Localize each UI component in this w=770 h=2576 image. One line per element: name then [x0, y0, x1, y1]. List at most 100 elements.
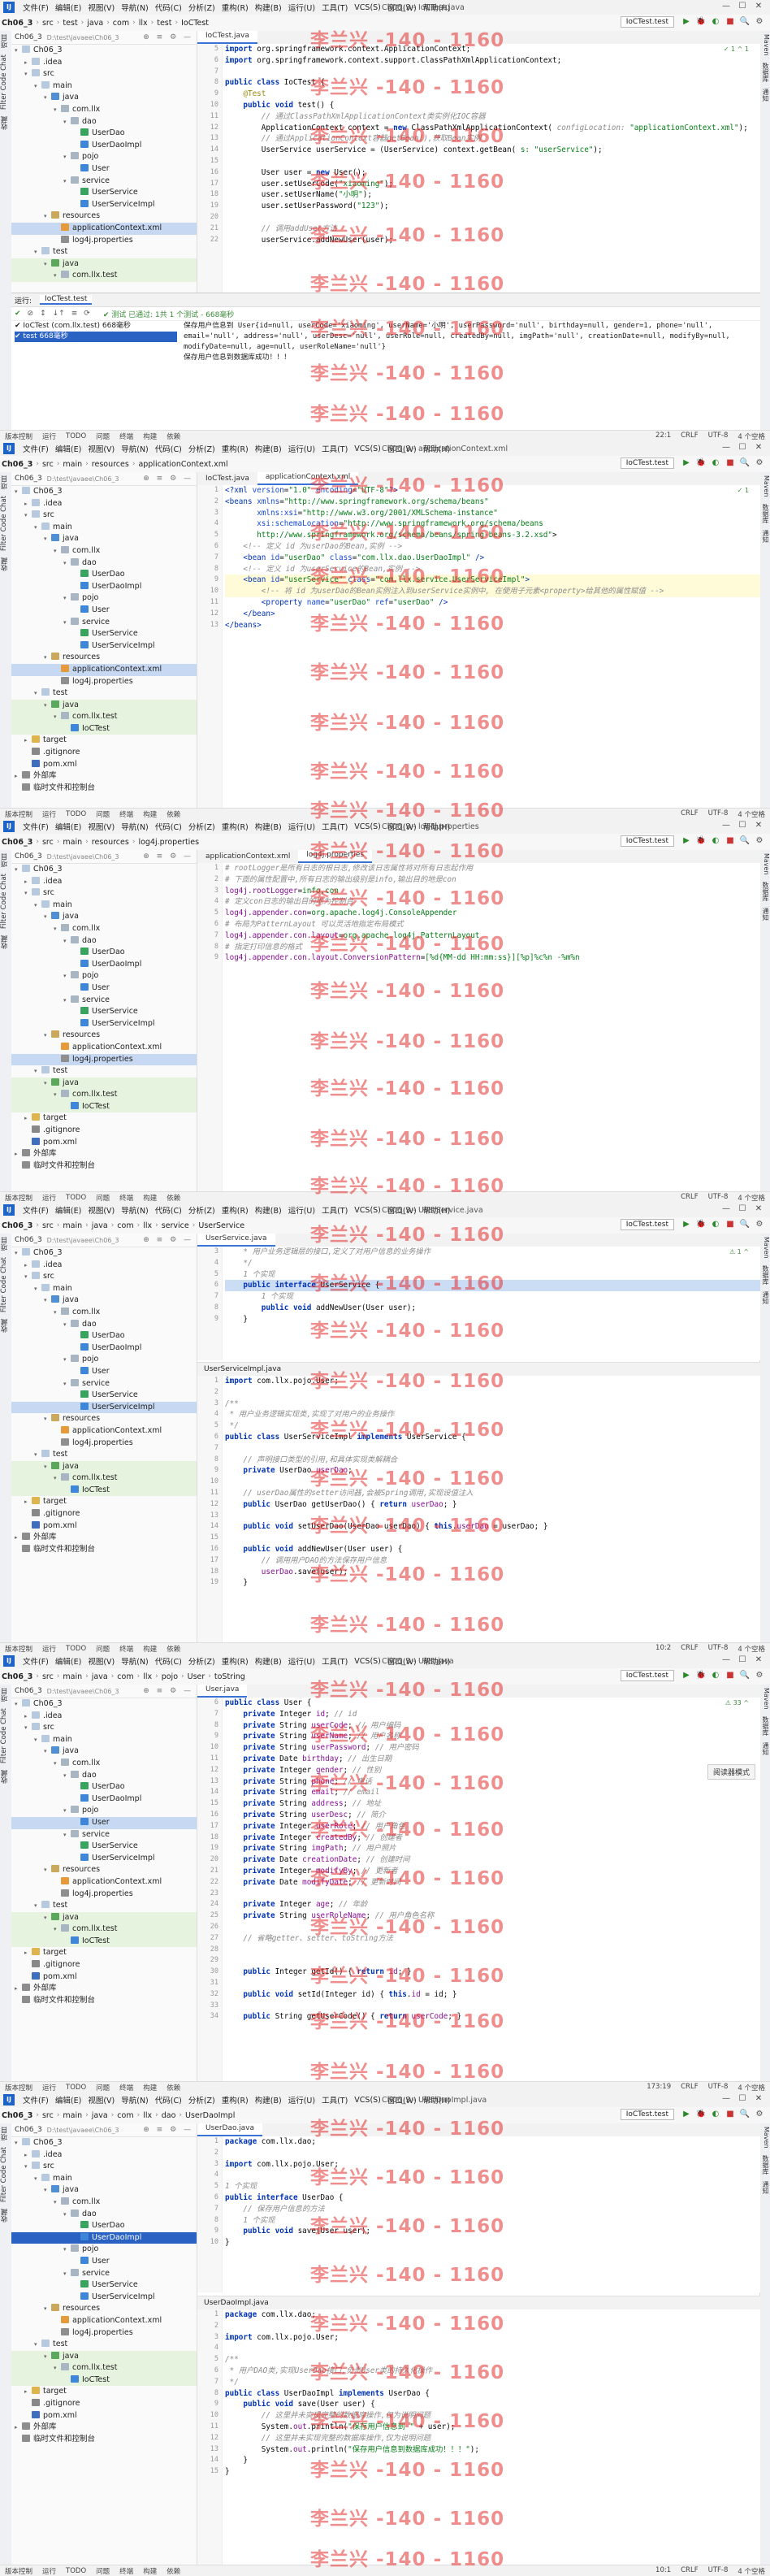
- project-tree-item[interactable]: 临时文件和控制台: [11, 1160, 197, 1173]
- breadcrumb-0[interactable]: Ch06_3: [0, 838, 34, 847]
- project-tree-item[interactable]: ▾ src: [11, 68, 197, 80]
- breadcrumb-3[interactable]: resources: [90, 460, 131, 469]
- status-right-0[interactable]: CRLF: [676, 2083, 703, 2092]
- status-right-2[interactable]: 4 个空格: [733, 1644, 770, 1654]
- menu-item-6[interactable]: 重构(R): [218, 2094, 252, 2105]
- code-line[interactable]: [225, 156, 760, 167]
- minimize-icon[interactable]: —: [718, 1655, 734, 1664]
- maximize-icon[interactable]: ☐: [734, 2, 751, 11]
- left-tool-tab-2[interactable]: 收藏: [0, 554, 11, 575]
- project-tree-item[interactable]: 临时文件和控制台: [11, 1544, 197, 1556]
- stop-icon[interactable]: ■: [725, 16, 736, 28]
- expand-arrow-icon[interactable]: ▾: [54, 104, 61, 116]
- status-right-1[interactable]: UTF-8: [703, 2566, 733, 2576]
- expand-arrow-icon[interactable]: ▾: [63, 1805, 71, 1817]
- status-tool-6[interactable]: 依赖: [162, 1193, 185, 1203]
- project-tree-item[interactable]: pom.xml: [11, 1520, 197, 1533]
- right-tool-tab-0[interactable]: Maven: [760, 1234, 770, 1262]
- project-tree-item[interactable]: ▾ java: [11, 911, 197, 923]
- project-tree-item[interactable]: User: [11, 1816, 197, 1829]
- status-right-1[interactable]: UTF-8: [703, 1644, 733, 1654]
- right-tool-tab-1[interactable]: 数据库: [760, 1262, 770, 1288]
- menu-item-10[interactable]: VCS(S): [351, 1206, 384, 1215]
- code-line[interactable]: log4j.appender.con.layout.ConversionPatt…: [225, 952, 760, 964]
- left-tool-tab-1[interactable]: Filter Code Chat: [0, 1254, 11, 1316]
- code-line[interactable]: private Integer createdBy; // 创建者: [225, 1832, 760, 1844]
- status-tool-2[interactable]: TODO: [61, 1194, 91, 1202]
- code-line[interactable]: System.out.println("保存用户信息到 " + user);: [225, 2422, 760, 2433]
- status-tool-3[interactable]: 问题: [91, 432, 115, 441]
- expand-arrow-icon[interactable]: ▸: [15, 1532, 22, 1544]
- expand-arrow-icon[interactable]: ▾: [44, 1413, 51, 1425]
- status-right-2[interactable]: 4 个空格: [733, 809, 770, 819]
- run-icon[interactable]: ▶: [681, 835, 692, 847]
- settings-icon[interactable]: ⚙: [754, 16, 765, 28]
- breadcrumb-7[interactable]: IoCTest: [180, 19, 210, 28]
- expand-arrow-icon[interactable]: ▾: [34, 80, 41, 93]
- coverage-icon[interactable]: ◐: [710, 16, 721, 28]
- code-line[interactable]: System.out.println("保存用户信息到数据库成功！！！");: [225, 2444, 760, 2456]
- search-icon[interactable]: 🔍: [739, 2109, 751, 2120]
- code-line[interactable]: </bean>: [225, 609, 760, 620]
- code-line[interactable]: 1 个实现: [225, 2181, 760, 2192]
- project-tree-item[interactable]: applicationContext.xml: [11, 222, 197, 235]
- project-tree-item[interactable]: ▸ target: [11, 1112, 197, 1125]
- status-right-2[interactable]: 4 个空格: [733, 432, 770, 441]
- breadcrumb-5[interactable]: llx: [141, 1672, 154, 1681]
- project-tree-item[interactable]: ▾ main: [11, 80, 197, 93]
- menu-item-2[interactable]: 视图(V): [84, 1204, 118, 1216]
- code-line[interactable]: [225, 1533, 760, 1544]
- menu-item-10[interactable]: VCS(S): [351, 1657, 384, 1666]
- code-line[interactable]: private Integer modifyBy; // 更新者: [225, 1866, 760, 1877]
- left-tool-tab-0[interactable]: 项目: [0, 850, 11, 870]
- menu-item-8[interactable]: 运行(U): [285, 2094, 318, 2105]
- project-tree-item[interactable]: IoCTest: [11, 722, 197, 735]
- expand-arrow-icon[interactable]: ▾: [44, 911, 51, 923]
- code-line[interactable]: */: [225, 1258, 760, 1269]
- coverage-icon[interactable]: ◐: [710, 458, 721, 469]
- project-tree-item[interactable]: ▾ resources: [11, 1413, 197, 1425]
- left-tool-tab-0[interactable]: 项目: [0, 31, 11, 51]
- close-icon[interactable]: ✕: [751, 821, 767, 830]
- project-tree-item[interactable]: ▾ Ch06_3: [11, 486, 197, 498]
- expand-arrow-icon[interactable]: ▸: [24, 2386, 32, 2398]
- project-tree-item[interactable]: UserDaoImpl: [11, 1342, 197, 1355]
- breadcrumb-2[interactable]: main: [61, 838, 84, 847]
- menu-item-9[interactable]: 工具(T): [318, 1655, 351, 1667]
- status-tool-5[interactable]: 构建: [138, 1644, 162, 1654]
- project-tree-item[interactable]: ▸ .idea: [11, 57, 197, 69]
- project-tree-item[interactable]: ▾ main: [11, 2173, 197, 2185]
- project-panel-actions[interactable]: ⊕ ≡ ⚙ —: [143, 1236, 193, 1244]
- menu-item-1[interactable]: 编辑(E): [52, 443, 84, 454]
- menu-item-10[interactable]: VCS(S): [351, 822, 384, 831]
- project-tree-item[interactable]: UserDao: [11, 569, 197, 581]
- project-tree-item[interactable]: ▾ test: [11, 1065, 197, 1078]
- menu-item-9[interactable]: 工具(T): [318, 443, 351, 454]
- menu-item-6[interactable]: 重构(R): [218, 443, 252, 454]
- code-line[interactable]: [225, 1387, 760, 1399]
- right-tool-tab-1[interactable]: 数据库: [760, 1713, 770, 1739]
- code-line[interactable]: [225, 1443, 760, 1455]
- editor-tab-0[interactable]: User.java: [197, 1685, 248, 1698]
- project-panel-actions[interactable]: ⊕ ≡ ⚙ —: [143, 475, 193, 483]
- code-line[interactable]: public UserDao getUserDao() { return use…: [225, 1499, 760, 1511]
- code-line[interactable]: # rootLogger是所有日志的根日志,修改该日志属性将对所有日志起作用: [225, 863, 760, 874]
- expand-arrow-icon[interactable]: ▾: [54, 1923, 61, 1936]
- code-line[interactable]: private Date creationDate; // 创建时间: [225, 1854, 760, 1866]
- test-result-item[interactable]: ✔ IoCTest (com.llx.test) 668毫秒: [15, 321, 177, 332]
- code-line[interactable]: */: [225, 2377, 760, 2388]
- code-line[interactable]: * 用户业务逻辑层的接口,定义了对用户信息的业务操作: [225, 1247, 760, 1258]
- status-tool-5[interactable]: 构建: [138, 1193, 162, 1203]
- project-tree-item[interactable]: ▾ pojo: [11, 1354, 197, 1366]
- code-line[interactable]: [225, 2148, 760, 2159]
- menu-item-5[interactable]: 分析(Z): [185, 1204, 218, 1216]
- project-tree-item[interactable]: 临时文件和控制台: [11, 783, 197, 795]
- project-tree-item[interactable]: ▾ test: [11, 246, 197, 258]
- expand-arrow-icon[interactable]: ▾: [54, 923, 61, 935]
- breadcrumb-7[interactable]: User: [186, 1672, 207, 1681]
- code-line[interactable]: // 这里并未实现完整的数据库操作,仅为说明问题: [225, 2433, 760, 2444]
- project-tree-item[interactable]: ▾ pojo: [11, 1805, 197, 1817]
- code-line[interactable]: private String userCode; // 用户编码: [225, 1720, 760, 1732]
- menu-item-1[interactable]: 编辑(E): [52, 2094, 84, 2105]
- code-line[interactable]: public class UserServiceImpl implements …: [225, 1432, 760, 1443]
